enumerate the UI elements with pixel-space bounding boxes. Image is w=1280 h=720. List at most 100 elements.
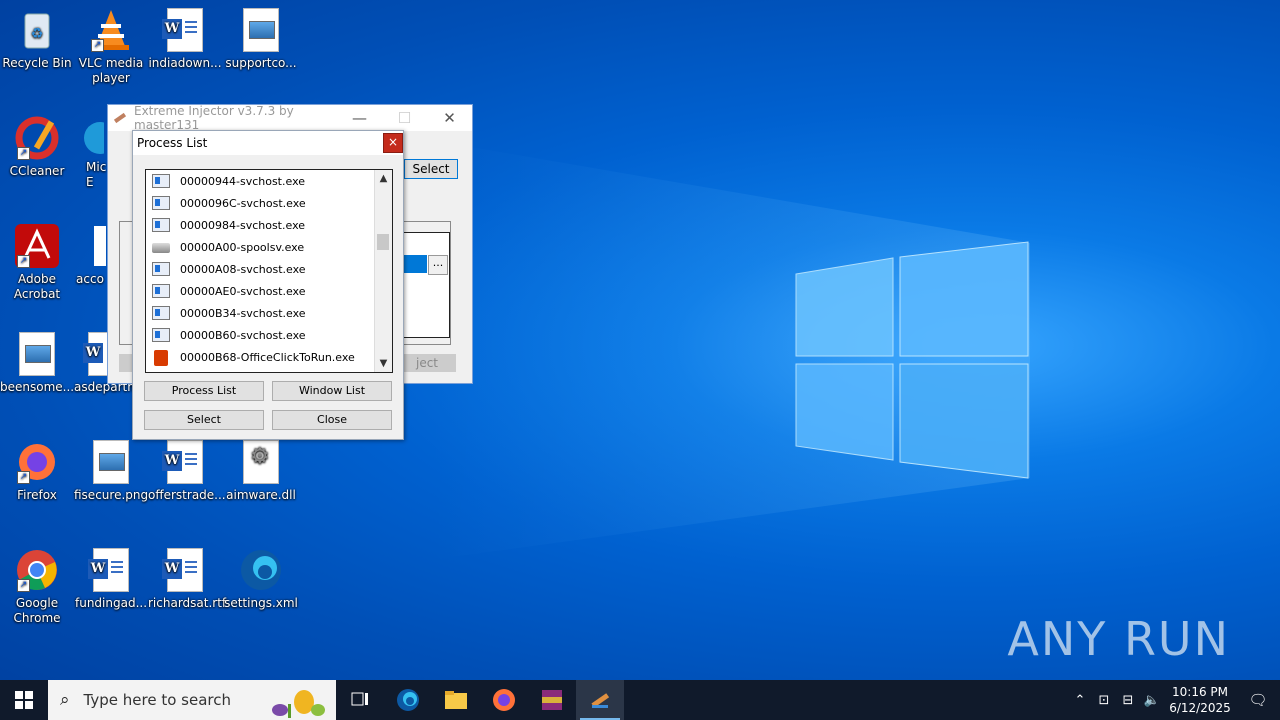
process-list-button[interactable]: Process List [144,381,264,401]
desktop-icon-label: fundingad... [74,596,148,610]
desktop-icon-offerstrade[interactable]: W offerstrade... [148,440,226,503]
word-doc-icon: W [162,440,203,484]
window-app-icon [152,174,170,188]
desktop-icon-richardsat[interactable]: W richardsat.rtf [148,548,226,611]
maximize-icon[interactable]: ☐ [382,109,427,127]
desktop-icon-label: settings.xml [224,596,298,610]
process-row[interactable]: 00000984-svchost.exe [146,214,392,236]
shortcut-arrow-icon: ↗ [17,471,30,484]
window-app-icon [152,284,170,298]
window-app-icon [152,262,170,276]
desktop-icon-indiadown[interactable]: W indiadown... [148,8,222,71]
desktop-icon-fisecure[interactable]: fisecure.png [74,440,148,503]
process-row[interactable]: 00000944-svchost.exe [146,170,392,192]
dll-list-selected-cell[interactable] [403,255,427,273]
desktop-icon-label: fisecure.png [74,488,149,502]
task-view-icon [351,692,368,706]
taskbar-extreme-injector-button[interactable] [576,680,624,720]
desktop-icon-recycle-bin[interactable]: ♻ Recycle Bin [0,8,74,71]
meet-now-icon[interactable]: ⊡ [1092,693,1116,708]
svg-text:♻: ♻ [31,26,44,42]
notification-center-icon[interactable]: 🗨 [1236,691,1280,709]
process-row[interactable]: 00000B34-svchost.exe [146,302,392,324]
process-name: 00000944-svchost.exe [180,174,306,188]
start-button[interactable] [0,680,48,720]
taskbar: ⌕ Type here to search ⌃ ⊡ ⊟ 🔈 10:16 PM 6… [0,680,1280,720]
process-row[interactable]: 00000AE0-svchost.exe [146,280,392,302]
search-icon: ⌕ [60,690,70,710]
window-app-icon [152,328,170,342]
dll-list-grid[interactable] [398,232,450,338]
scroll-up-icon[interactable]: ▲ [375,170,392,187]
inject-button[interactable]: ject [398,354,456,372]
network-icon[interactable]: ⊟ [1116,693,1140,708]
desktop-icon-settings-xml[interactable]: settings.xml [224,548,298,611]
window-list-button[interactable]: Window List [272,381,392,401]
window-app-icon [152,306,170,320]
process-name: 00000B68-OfficeClickToRun.exe [180,350,355,364]
desktop-icon-acco-partial[interactable]: acco [74,224,108,287]
desktop-icon-firefox[interactable]: ↗ Firefox [0,440,74,503]
shortcut-arrow-icon: ↗ [17,255,30,268]
close-icon[interactable]: ✕ [427,109,472,127]
desktop-icon-vlc[interactable]: ↗ VLC media player [74,8,148,86]
taskbar-edge-button[interactable] [384,680,432,720]
window-app-icon [152,196,170,210]
clock-time: 10:16 PM [1172,685,1228,699]
close-button[interactable]: Close [272,410,392,430]
volume-icon[interactable]: 🔈 [1140,693,1164,708]
process-list-title: Process List [137,136,208,150]
desktop-icon-adobe-acrobat[interactable]: ↗ Adobe Acrobat [0,224,74,302]
syringe-icon [113,112,127,124]
taskbar-clock[interactable]: 10:16 PM 6/12/2025 [1164,684,1236,716]
taskbar-winrar-button[interactable] [528,680,576,720]
process-row[interactable]: 00000A00-spoolsv.exe [146,236,392,258]
syringe-icon [591,693,610,708]
image-file-icon [19,332,55,376]
desktop-icon-asdepartm-partial[interactable]: W asdepartm [74,332,139,395]
desktop-icon-label: Firefox [17,488,57,502]
desktop-icon-google-chrome[interactable]: ↗ Google Chrome [0,548,74,626]
minimize-icon[interactable]: — [337,109,382,127]
desktop-icon-beensome[interactable]: beensome... [0,332,74,395]
clock-date: 6/12/2025 [1169,701,1231,715]
taskbar-search-box[interactable]: ⌕ Type here to search [48,680,336,720]
desktop-icon-ccleaner[interactable]: ↗ CCleaner [0,116,74,179]
taskbar-firefox-button[interactable] [480,680,528,720]
printer-icon [152,243,170,253]
desktop-icon-label: beensome... [0,380,75,394]
browse-dll-button[interactable]: ... [428,255,448,275]
process-list-titlebar[interactable]: Process List × [133,131,403,155]
process-listbox[interactable]: 00000944-svchost.exe 0000096C-svchost.ex… [145,169,393,373]
desktop-icon-microsoft-edge-partial[interactable]: Mic E [74,116,116,190]
desktop-icon-aimware[interactable]: ⚙ aimware.dll [224,440,298,503]
scroll-down-icon[interactable]: ▼ [375,355,392,372]
desktop-icon-supportco[interactable]: supportco... [224,8,298,71]
image-file-icon [93,440,129,484]
window-app-icon [152,218,170,232]
select-button[interactable]: Select [144,410,264,430]
task-view-button[interactable] [336,680,384,720]
show-hidden-icons-chevron-up-icon[interactable]: ⌃ [1068,693,1092,708]
windows-logo-icon [15,691,33,709]
edge-icon [241,550,281,590]
desktop-icon-label: Recycle Bin [2,56,72,70]
injector-title: Extreme Injector v3.7.3 by master131 [134,104,294,132]
desktop-icon-label: VLC media player [78,56,144,85]
process-row[interactable]: 00000B60-svchost.exe [146,324,392,346]
desktop-icon-fundingad[interactable]: W fundingad... [74,548,148,611]
close-icon[interactable]: × [383,133,403,153]
search-placeholder: Type here to search [83,691,231,709]
process-row[interactable]: 00000A08-svchost.exe [146,258,392,280]
process-row[interactable]: 00000B68-OfficeClickToRun.exe [146,346,392,368]
system-tray: ⌃ ⊡ ⊟ 🔈 10:16 PM 6/12/2025 🗨 [1068,680,1280,720]
process-list-scrollbar[interactable]: ▲ ▼ [374,170,392,372]
shortcut-arrow-icon: ↗ [17,147,30,160]
process-name: 00000B34-svchost.exe [180,306,306,320]
process-row[interactable]: 0000096C-svchost.exe [146,192,392,214]
anyrun-watermark: ANY RUN [1007,612,1230,666]
taskbar-file-explorer-button[interactable] [432,680,480,720]
injector-select-button[interactable]: Select [404,159,458,179]
scrollbar-thumb[interactable] [377,234,389,250]
injector-titlebar[interactable]: Extreme Injector v3.7.3 by master131 — ☐… [108,104,472,132]
